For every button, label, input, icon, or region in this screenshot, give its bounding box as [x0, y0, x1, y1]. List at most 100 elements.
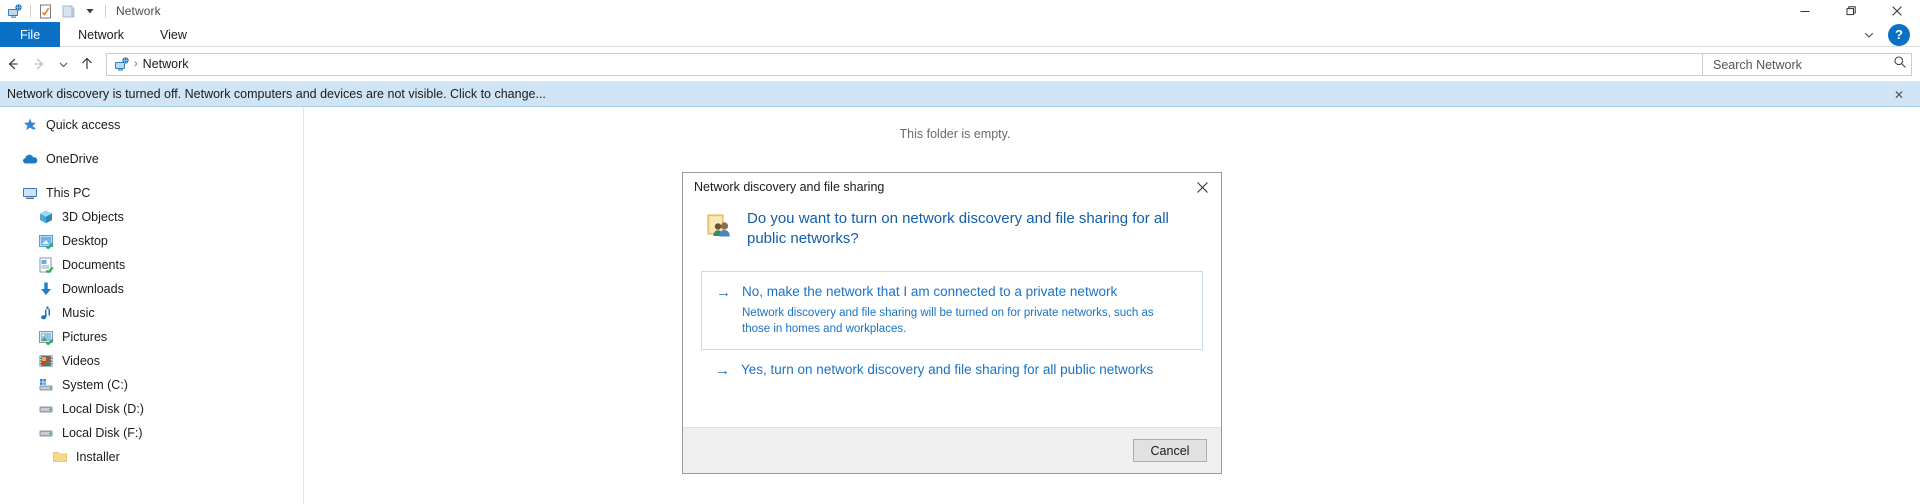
help-icon[interactable]: ? — [1888, 23, 1910, 46]
quick-access-toolbar: Network — [0, 1, 161, 21]
sidebar-item-local-disk-d[interactable]: Local Disk (D:) — [0, 397, 303, 421]
navigation-pane[interactable]: Quick access OneDrive This PC 3D Objects Des… — [0, 107, 304, 504]
dialog-close-icon[interactable] — [1183, 173, 1221, 201]
option-private-network[interactable]: → No, make the network that I am connect… — [701, 270, 1203, 351]
network-quick-icon[interactable] — [4, 1, 26, 21]
dialog-heading: Do you want to turn on network discovery… — [747, 210, 1169, 247]
customize-qat-chevron-icon[interactable] — [79, 1, 101, 21]
dialog-body: Do you want to turn on network discovery… — [683, 201, 1221, 427]
option-public-network[interactable]: → Yes, turn on network discovery and fil… — [701, 350, 1203, 391]
music-note-icon — [38, 305, 54, 321]
hard-drive-icon — [38, 425, 54, 441]
sidebar-item-music[interactable]: Music — [0, 301, 303, 325]
window-controls — [1782, 0, 1920, 22]
up-button[interactable] — [74, 49, 100, 79]
sidebar-item-onedrive[interactable]: OneDrive — [0, 147, 303, 171]
sidebar-item-desktop[interactable]: Desktop — [0, 229, 303, 253]
sidebar-item-documents[interactable]: Documents — [0, 253, 303, 277]
sidebar-item-installer[interactable]: Installer — [0, 445, 303, 469]
sidebar-item-system-c[interactable]: System (C:) — [0, 373, 303, 397]
sidebar-item-videos[interactable]: Videos — [0, 349, 303, 373]
sidebar-item-local-disk-f[interactable]: Local Disk (F:) — [0, 421, 303, 445]
cancel-button[interactable]: Cancel — [1133, 439, 1207, 462]
forward-button — [26, 49, 52, 79]
empty-folder-text: This folder is empty. — [899, 127, 1011, 141]
title-bar: Network — [0, 0, 1920, 22]
pictures-icon — [38, 329, 54, 345]
sidebar-item-label: Music — [62, 306, 95, 320]
network-discovery-notification-bar[interactable]: Network discovery is turned off. Network… — [0, 82, 1920, 107]
notification-text[interactable]: Network discovery is turned off. Network… — [0, 87, 546, 101]
ribbon-right-controls: ? — [1856, 22, 1916, 47]
sidebar-item-label: Desktop — [62, 234, 108, 248]
onedrive-cloud-icon — [22, 151, 38, 167]
back-button[interactable] — [0, 49, 26, 79]
star-pin-icon — [22, 117, 38, 133]
breadcrumb-separator: › — [134, 58, 138, 70]
ribbon-tab-bar: File Network View ? — [0, 22, 1920, 47]
close-button[interactable] — [1874, 0, 1920, 22]
breadcrumb-current[interactable]: Network — [143, 57, 189, 71]
dialog-options: → No, make the network that I am connect… — [701, 270, 1203, 392]
shared-folder-people-icon — [705, 211, 735, 241]
sidebar-item-this-pc[interactable]: This PC — [0, 181, 303, 205]
sidebar-item-quick-access[interactable]: Quick access — [0, 113, 303, 137]
sidebar-item-pictures[interactable]: Pictures — [0, 325, 303, 349]
search-box[interactable] — [1702, 53, 1912, 76]
3d-objects-icon — [38, 209, 54, 225]
qat-separator-2 — [105, 4, 106, 18]
maximize-button[interactable] — [1828, 0, 1874, 22]
tab-view[interactable]: View — [142, 22, 205, 47]
option-private-network-label[interactable]: No, make the network that I am connected… — [742, 283, 1162, 301]
network-discovery-dialog: Network discovery and file sharing Do yo… — [682, 172, 1222, 474]
tab-network[interactable]: Network — [60, 22, 142, 47]
sidebar-item-label: Local Disk (D:) — [62, 402, 144, 416]
videos-filmstrip-icon — [38, 353, 54, 369]
sidebar-item-label: Pictures — [62, 330, 108, 344]
option-public-network-label[interactable]: Yes, turn on network discovery and file … — [741, 361, 1153, 379]
breadcrumb[interactable]: › Network — [106, 52, 1746, 76]
sidebar-item-label: Local Disk (F:) — [62, 426, 143, 440]
empty-folder-message: This folder is empty. — [305, 127, 1920, 141]
sidebar-item-label: Videos — [62, 354, 100, 368]
sidebar-item-downloads[interactable]: Downloads — [0, 277, 303, 301]
sidebar-item-label: Installer — [76, 450, 120, 464]
recent-locations-chevron-icon[interactable] — [52, 49, 74, 79]
dialog-heading-row: Do you want to turn on network discovery… — [701, 209, 1203, 249]
new-folder-icon[interactable] — [57, 1, 79, 21]
address-bar: › Network — [0, 47, 1920, 82]
dialog-footer: Cancel — [683, 427, 1221, 473]
network-icon — [112, 56, 132, 72]
notification-close-icon[interactable]: ✕ — [1888, 82, 1910, 107]
sidebar-item-label: Quick access — [46, 118, 121, 132]
sidebar-item-label: OneDrive — [46, 152, 99, 166]
folder-icon — [52, 449, 68, 465]
arrow-icon: → — [716, 283, 731, 301]
sidebar-item-label: System (C:) — [62, 378, 128, 392]
search-icon[interactable] — [1893, 55, 1907, 74]
sidebar-item-label: Documents — [62, 258, 126, 272]
option-private-network-description: Network discovery and file sharing will … — [742, 306, 1154, 336]
sidebar-item-3d-objects[interactable]: 3D Objects — [0, 205, 303, 229]
sidebar-item-label: This PC — [46, 186, 91, 200]
minimize-button[interactable] — [1782, 0, 1828, 22]
properties-icon[interactable] — [35, 1, 57, 21]
ribbon-collapse-chevron-icon[interactable] — [1856, 23, 1882, 47]
desktop-icon — [38, 233, 54, 249]
window-title: Network — [116, 4, 161, 18]
dialog-title: Network discovery and file sharing — [694, 180, 885, 194]
documents-icon — [38, 257, 54, 273]
hard-drive-icon — [38, 401, 54, 417]
arrow-icon: → — [715, 362, 730, 380]
qat-separator-1 — [30, 4, 31, 18]
system-drive-icon — [38, 377, 54, 393]
downloads-arrow-icon — [38, 281, 54, 297]
sidebar-item-label: 3D Objects — [62, 210, 124, 224]
this-pc-monitor-icon — [22, 185, 38, 201]
dialog-title-bar: Network discovery and file sharing — [683, 173, 1221, 201]
search-input[interactable] — [1711, 56, 1893, 73]
tab-file[interactable]: File — [0, 22, 61, 47]
sidebar-item-label: Downloads — [62, 282, 124, 296]
